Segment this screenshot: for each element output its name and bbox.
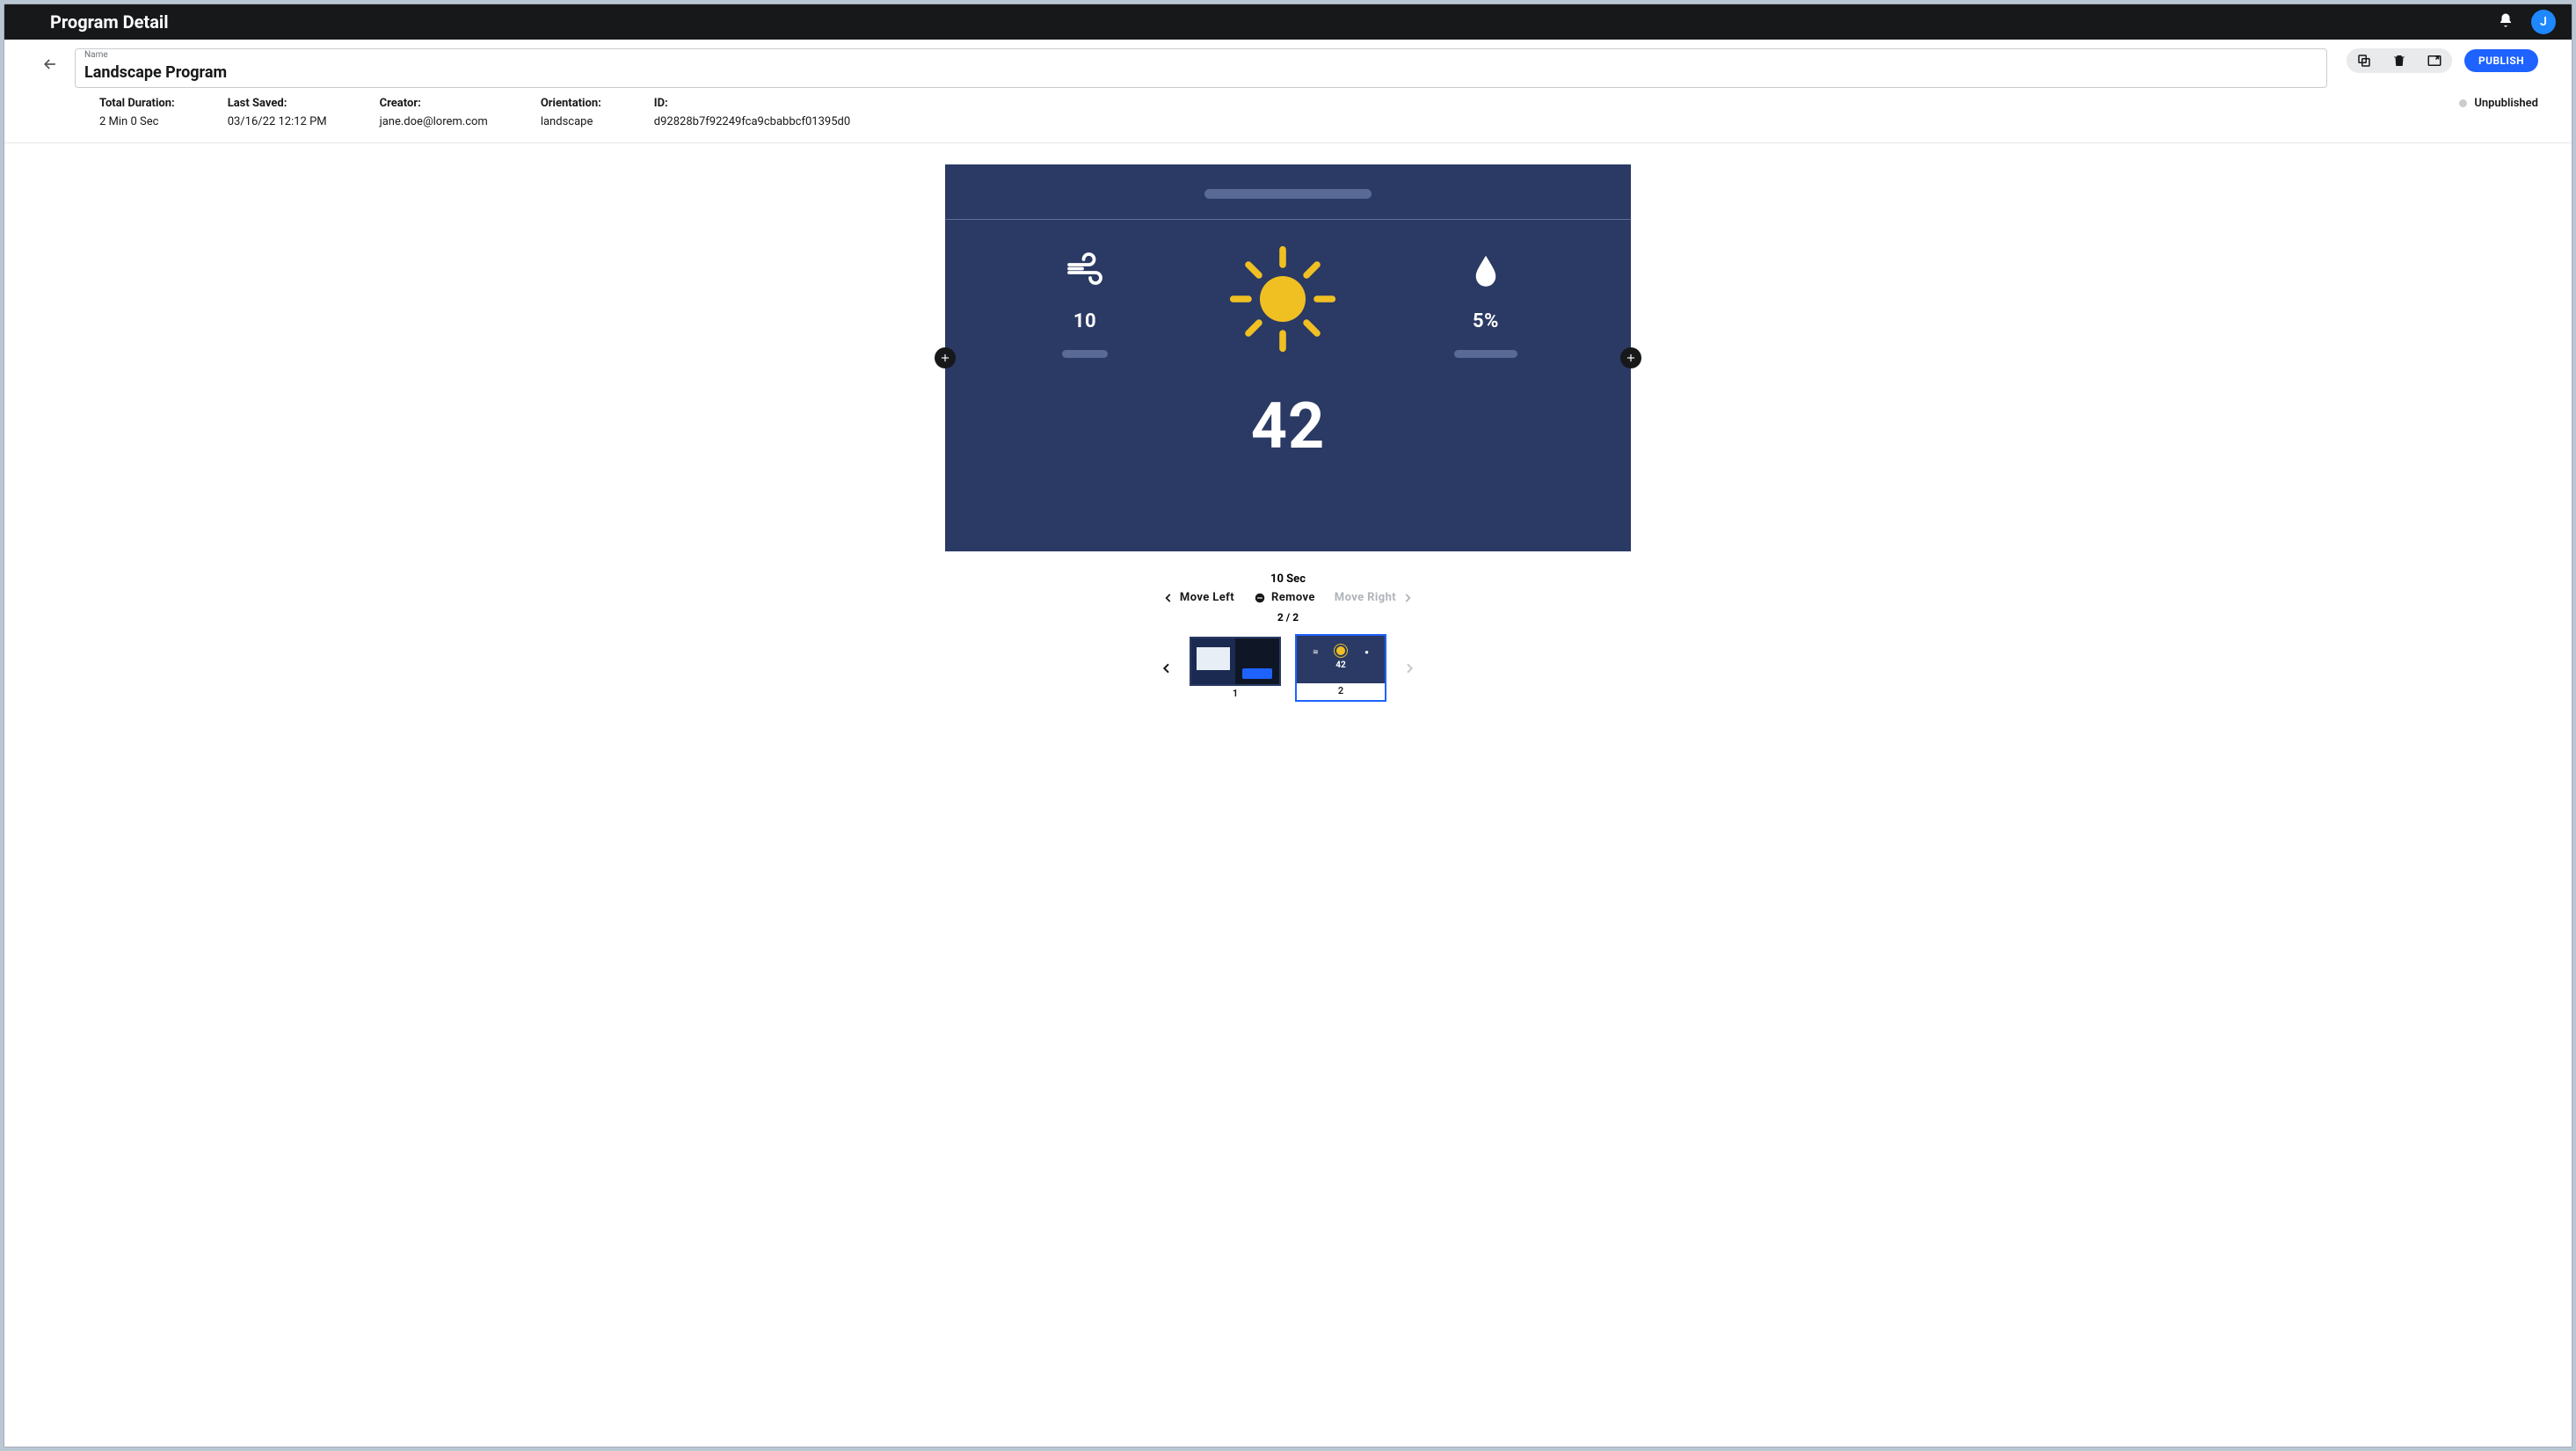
detail-header: Name PUBLISH: [4, 40, 2572, 91]
status-pill: Unpublished: [2459, 97, 2538, 110]
thumbnail-2-label: 2: [1338, 685, 1343, 696]
slide-duration-label: 10 Sec: [1270, 572, 1306, 586]
remove-slide-button[interactable]: Remove: [1254, 591, 1315, 604]
meta-creator: Creator: jane.doe@lorem.com: [380, 97, 488, 128]
thumb-next-button: [1401, 660, 1418, 677]
humidity-value: 5%: [1473, 310, 1499, 332]
wind-column: 10: [1059, 242, 1111, 358]
meta-row: Total Duration: 2 Min 0 Sec Last Saved: …: [4, 91, 2572, 143]
thumbnail-1-preview: [1191, 638, 1279, 684]
status-dot-icon: [2459, 99, 2467, 107]
meta-orientation-label: Orientation:: [541, 97, 601, 110]
slide-divider: [945, 219, 1631, 220]
wind-value: 10: [1073, 310, 1096, 332]
thumbnail-2[interactable]: ≋ ● 42 2: [1295, 634, 1386, 702]
thumb-sun-icon: [1336, 646, 1345, 655]
sun-icon: [1226, 242, 1340, 356]
thumbnail-2-preview: ≋ ● 42: [1297, 636, 1385, 683]
add-slide-right-button[interactable]: [1620, 347, 1641, 368]
meta-id-value: d92828b7f92249fca9cbabbcf01395d0: [654, 115, 850, 128]
meta-id-label: ID:: [654, 97, 850, 110]
slide-controls: 10 Sec Move Left Remove Move Right 2 / 2: [1162, 572, 1414, 623]
sun-column: [1226, 242, 1340, 358]
user-avatar[interactable]: J: [2531, 10, 2556, 34]
thumb-drop-icon: ●: [1364, 648, 1369, 656]
thumbnail-1[interactable]: 1: [1190, 637, 1281, 699]
humidity-column: 5%: [1454, 242, 1517, 358]
thumb-prev-button[interactable]: [1158, 660, 1175, 677]
water-drop-icon: [1468, 242, 1503, 298]
program-name-input[interactable]: [84, 55, 2318, 82]
meta-last-saved-label: Last Saved:: [228, 97, 327, 110]
temperature-value: 42: [1251, 389, 1326, 463]
publish-button[interactable]: PUBLISH: [2464, 49, 2538, 72]
thumbnail-row: 1 ≋ ● 42 2: [1158, 634, 1418, 702]
slide-counter: 2 / 2: [1277, 611, 1299, 623]
program-name-field: Name: [75, 48, 2327, 88]
meta-creator-value: jane.doe@lorem.com: [380, 115, 488, 128]
slide-preview[interactable]: 10: [945, 164, 1631, 551]
meta-creator-label: Creator:: [380, 97, 488, 110]
avatar-initial: J: [2540, 15, 2547, 29]
meta-orientation-value: landscape: [541, 115, 601, 128]
stage: 10: [4, 143, 2572, 1447]
remove-label: Remove: [1271, 591, 1315, 604]
wind-icon: [1059, 242, 1111, 298]
thumb-temp: 42: [1335, 660, 1345, 670]
name-label: Name: [84, 50, 108, 60]
page-title: Program Detail: [50, 11, 168, 33]
move-right-button: Move Right: [1335, 591, 1414, 604]
status-text: Unpublished: [2474, 97, 2538, 110]
back-button[interactable]: [38, 48, 62, 80]
meta-duration-value: 2 Min 0 Sec: [99, 115, 175, 128]
fullscreen-button[interactable]: [2426, 52, 2443, 69]
meta-id: ID: d92828b7f92249fca9cbabbcf01395d0: [654, 97, 850, 128]
meta-orientation: Orientation: landscape: [541, 97, 601, 128]
move-left-button[interactable]: Move Left: [1162, 591, 1234, 604]
meta-duration-label: Total Duration:: [99, 97, 175, 110]
thumbnail-1-label: 1: [1233, 688, 1238, 699]
notifications-bell-icon[interactable]: [2498, 12, 2514, 32]
wind-placeholder-bar: [1062, 350, 1108, 358]
add-slide-left-button[interactable]: [935, 347, 956, 368]
delete-button[interactable]: [2390, 52, 2408, 69]
meta-last-saved-value: 03/16/22 12:12 PM: [228, 115, 327, 128]
duplicate-button[interactable]: [2355, 52, 2373, 69]
thumb-wind-icon: ≋: [1313, 648, 1319, 656]
meta-last-saved: Last Saved: 03/16/22 12:12 PM: [228, 97, 327, 128]
humidity-placeholder-bar: [1454, 350, 1517, 358]
meta-duration: Total Duration: 2 Min 0 Sec: [99, 97, 175, 128]
header-icon-group: [2347, 48, 2452, 73]
move-left-label: Move Left: [1180, 591, 1234, 604]
move-right-label: Move Right: [1335, 591, 1396, 604]
slide-placeholder-bar: [1204, 189, 1372, 199]
app-bar: Program Detail J: [4, 4, 2572, 40]
